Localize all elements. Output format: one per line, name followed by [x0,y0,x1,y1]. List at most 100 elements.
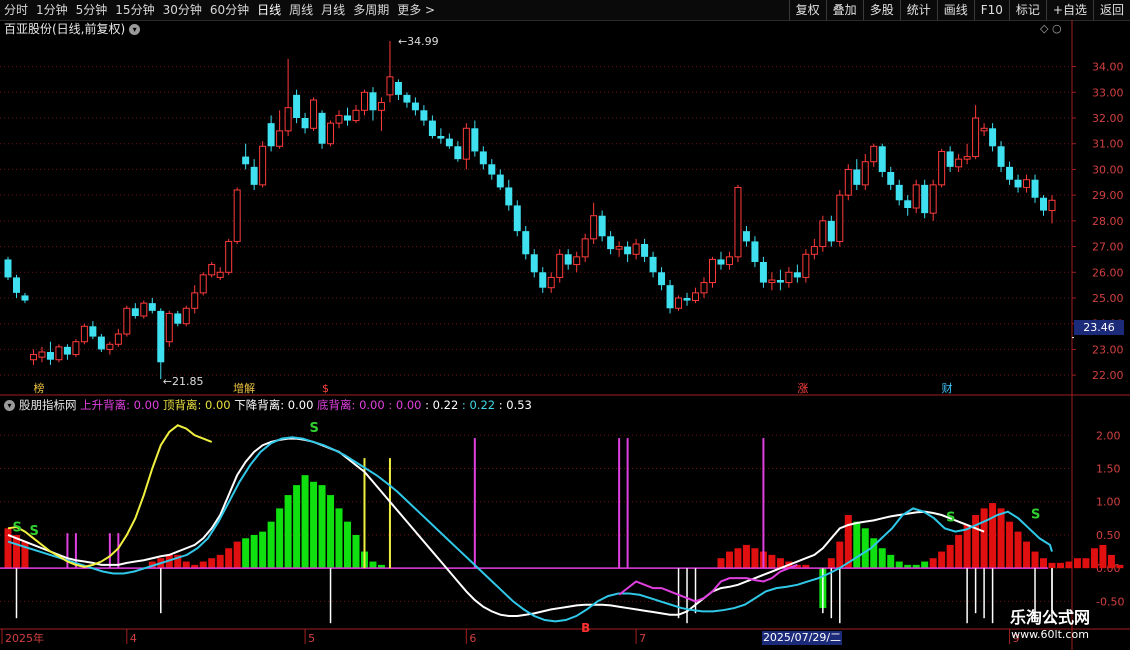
candle-body [250,166,258,185]
candle-body [972,117,980,158]
macd-bar [742,544,750,569]
candle-body [997,146,1005,167]
indicator-value-7: : 0.53 [495,398,532,412]
candle-body [360,91,368,111]
candle-body [344,115,352,121]
candle-body [785,271,793,284]
candle-body [819,220,827,248]
candle-body [810,246,818,255]
candle-body [216,271,224,278]
ind-axis-label: 1.50 [1096,462,1121,475]
macd-bar [259,531,267,569]
macd-bar [276,508,284,569]
candle-body [276,130,284,147]
candle-body [513,205,521,232]
indicator-value-1: 顶背离: 0.00 [159,398,231,412]
ind-axis-label: 0.50 [1096,529,1121,542]
candle-body [878,146,886,172]
macd-bar [318,485,326,569]
macd-bar [1040,558,1048,569]
candle-body [861,161,869,186]
candle-body [445,138,453,147]
macd-bar [989,503,997,569]
watermark: 乐淘公式网 www.60lt.com [990,608,1110,641]
event-marker: 财 [942,381,953,395]
candle-body [751,241,759,262]
macd-bar [284,495,292,569]
candle-body [72,341,80,356]
macd-bar [1014,531,1022,569]
candle-body [1023,179,1031,188]
macd-bar [327,495,335,569]
price-axis-label: 32.00 [1092,112,1124,125]
chart-canvas[interactable]: 34.00 33.00 32.00 31.00 30.00 29.00 28.00 27.00… [0,0,1130,650]
candle-body [598,215,606,237]
macd-bar [1065,561,1073,569]
candle-body [734,186,742,258]
macd-bar [1107,554,1115,569]
indicator-value-5: : 0.22 [421,398,459,412]
macd-bar [1023,541,1031,569]
macd-bar [310,481,318,569]
candle-body [742,231,750,242]
candle-body [428,120,436,136]
candle-body [989,128,997,147]
indicator-value-6: : 0.22 [458,398,496,412]
candle-body [21,295,29,301]
candle-body [1006,166,1014,180]
candle-body [437,136,445,139]
candle-body [641,244,649,257]
candle-body [547,276,555,289]
macd-bar [861,528,869,569]
line-cyan [7,436,1053,623]
candle-body [131,308,139,316]
macd-bar [208,558,216,569]
candle-body [420,110,428,121]
date-label: 2025年 [5,631,44,645]
candle-body [624,246,632,255]
high-price-label: ←34.99 [398,35,439,48]
date-label: 6 [469,632,476,645]
candle-body [386,76,394,96]
candle-body [1014,179,1022,188]
macd-bar [1006,521,1014,569]
candle-body [530,254,538,273]
candle-body [394,82,402,95]
sell-mark: S [946,511,955,526]
buy-mark: B [581,621,590,635]
candle-body [607,236,615,250]
candle-body [242,156,250,165]
macd-bar [4,528,12,569]
macd-bar [182,561,190,569]
candle-body [38,351,46,358]
candle-body [403,94,411,103]
macd-bar [768,554,776,569]
price-axis-label: 27.00 [1092,241,1124,254]
candle-body [802,253,810,278]
candle-body [1040,197,1048,211]
candle-body [55,346,63,361]
candle-body [844,168,852,196]
candle-body [89,326,97,337]
candle-body [683,298,691,301]
price-axis-label: 29.00 [1092,189,1124,202]
candle-body [488,164,496,175]
candle-body [174,313,182,324]
price-axis-label: 33.00 [1092,86,1124,99]
date-label: 5 [308,632,315,645]
macd-bar [233,541,241,569]
candle-body [768,279,776,284]
candle-body [318,112,326,144]
indicator-value-3: 底背离: 0.00 [313,398,385,412]
candle-body [4,259,12,278]
candle-body [980,127,988,132]
candle-body [836,194,844,242]
chevron-down-icon[interactable]: ▾ [4,400,15,411]
macd-bar [895,561,903,569]
price-axis-label: 28.00 [1092,215,1124,228]
price-axis-label: 23.00 [1092,343,1124,356]
candle-body [564,254,572,265]
indicator-value-0: 上升背离: 0.00 [80,398,160,412]
macd-bar [1082,558,1090,569]
price-axis-label: 34.00 [1092,61,1124,74]
